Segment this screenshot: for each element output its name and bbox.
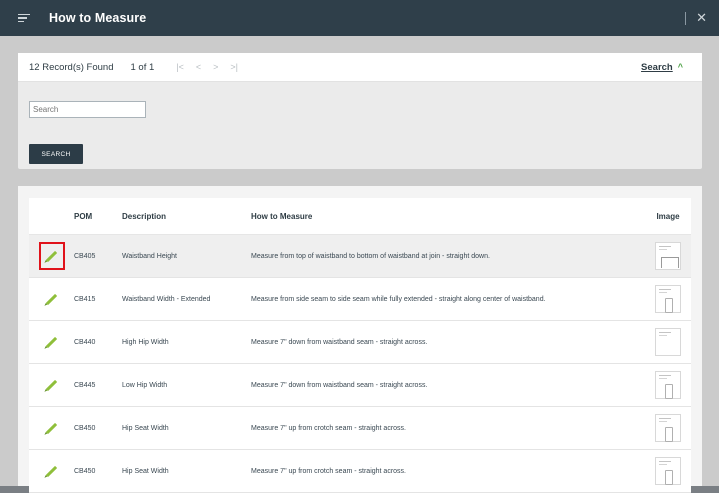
pom-description: Hip Seat Width [122, 467, 169, 475]
edit-button[interactable] [38, 242, 65, 270]
how-to-measure-text: Measure from top of waistband to bottom … [251, 252, 490, 260]
record-count: 12 Record(s) Found [29, 61, 114, 73]
pencil-icon [45, 250, 58, 262]
how-to-measure-text: Measure 7" up from crotch seam - straigh… [251, 424, 406, 432]
app-header: How to Measure ✕ [0, 0, 719, 36]
pom-description: Waistband Width - Extended [122, 295, 211, 303]
table-row[interactable]: CB415 Waistband Width - Extended Measure… [29, 278, 691, 321]
table-row[interactable]: CB445 Low Hip Width Measure 7" down from… [29, 364, 691, 407]
pom-description: Waistband Height [122, 252, 177, 260]
how-to-measure-text: Measure 7" down from waistband seam - st… [251, 338, 428, 346]
measurement-image[interactable] [655, 328, 681, 356]
column-header-pom[interactable]: POM [74, 212, 122, 221]
close-icon[interactable]: ✕ [696, 10, 707, 26]
pom-table: POM Description How to Measure Image CB4… [29, 198, 691, 493]
pom-description: Hip Seat Width [122, 424, 169, 432]
search-panel: 12 Record(s) Found 1 of 1 |< < > >| Sear… [18, 53, 702, 169]
measurement-image[interactable] [655, 414, 681, 442]
edit-button[interactable] [39, 328, 65, 356]
pencil-icon [45, 293, 58, 305]
pom-code: CB415 [74, 295, 96, 303]
pom-code: CB405 [74, 252, 96, 260]
pencil-icon [45, 336, 58, 348]
measurement-image[interactable] [655, 285, 681, 313]
pom-description: High Hip Width [122, 338, 169, 346]
table-row[interactable]: CB450 Hip Seat Width Measure 7" up from … [29, 450, 691, 493]
pom-code: CB445 [74, 381, 96, 389]
search-toggle[interactable]: Search ^ [641, 62, 683, 73]
measurement-image[interactable] [655, 457, 681, 485]
column-header-how-to-measure[interactable]: How to Measure [251, 212, 645, 221]
pom-code: CB450 [74, 424, 96, 432]
pom-code: CB450 [74, 467, 96, 475]
table-row[interactable]: CB450 Hip Seat Width Measure 7" up from … [29, 407, 691, 450]
edit-button[interactable] [39, 371, 65, 399]
search-input[interactable] [29, 101, 146, 118]
pencil-icon [45, 422, 58, 434]
results-panel: POM Description How to Measure Image CB4… [18, 186, 702, 493]
pencil-icon [45, 379, 58, 391]
table-row[interactable]: CB440 High Hip Width Measure 7" down fro… [29, 321, 691, 364]
header-divider [685, 11, 687, 25]
menu-icon[interactable] [18, 12, 30, 25]
how-to-measure-text: Measure from side seam to side seam whil… [251, 295, 546, 303]
page-indicator: 1 of 1 [130, 61, 155, 73]
column-header-description[interactable]: Description [122, 212, 251, 221]
table-row[interactable]: CB405 Waistband Height Measure from top … [29, 235, 691, 278]
page-title: How to Measure [49, 11, 147, 25]
pagination: |< < > >| [176, 62, 238, 72]
edit-button[interactable] [39, 285, 65, 313]
search-button[interactable]: SEARCH [29, 144, 83, 164]
pom-code: CB440 [74, 338, 96, 346]
measurement-image[interactable] [655, 371, 681, 399]
results-toolbar: 12 Record(s) Found 1 of 1 |< < > >| Sear… [18, 53, 702, 82]
how-to-measure-text: Measure 7" up from crotch seam - straigh… [251, 467, 406, 475]
pom-description: Low Hip Width [122, 381, 168, 389]
column-header-image: Image [656, 211, 680, 221]
last-page-icon[interactable]: >| [230, 62, 238, 72]
chevron-up-icon: ^ [677, 62, 683, 72]
prev-page-icon[interactable]: < [196, 62, 201, 72]
first-page-icon[interactable]: |< [176, 62, 184, 72]
table-header: POM Description How to Measure Image [29, 198, 691, 235]
edit-button[interactable] [39, 414, 65, 442]
how-to-measure-text: Measure 7" down from waistband seam - st… [251, 381, 428, 389]
next-page-icon[interactable]: > [213, 62, 218, 72]
search-toggle-label: Search [641, 61, 673, 73]
edit-button[interactable] [39, 457, 65, 485]
measurement-image[interactable] [655, 242, 681, 270]
pencil-icon [45, 465, 58, 477]
